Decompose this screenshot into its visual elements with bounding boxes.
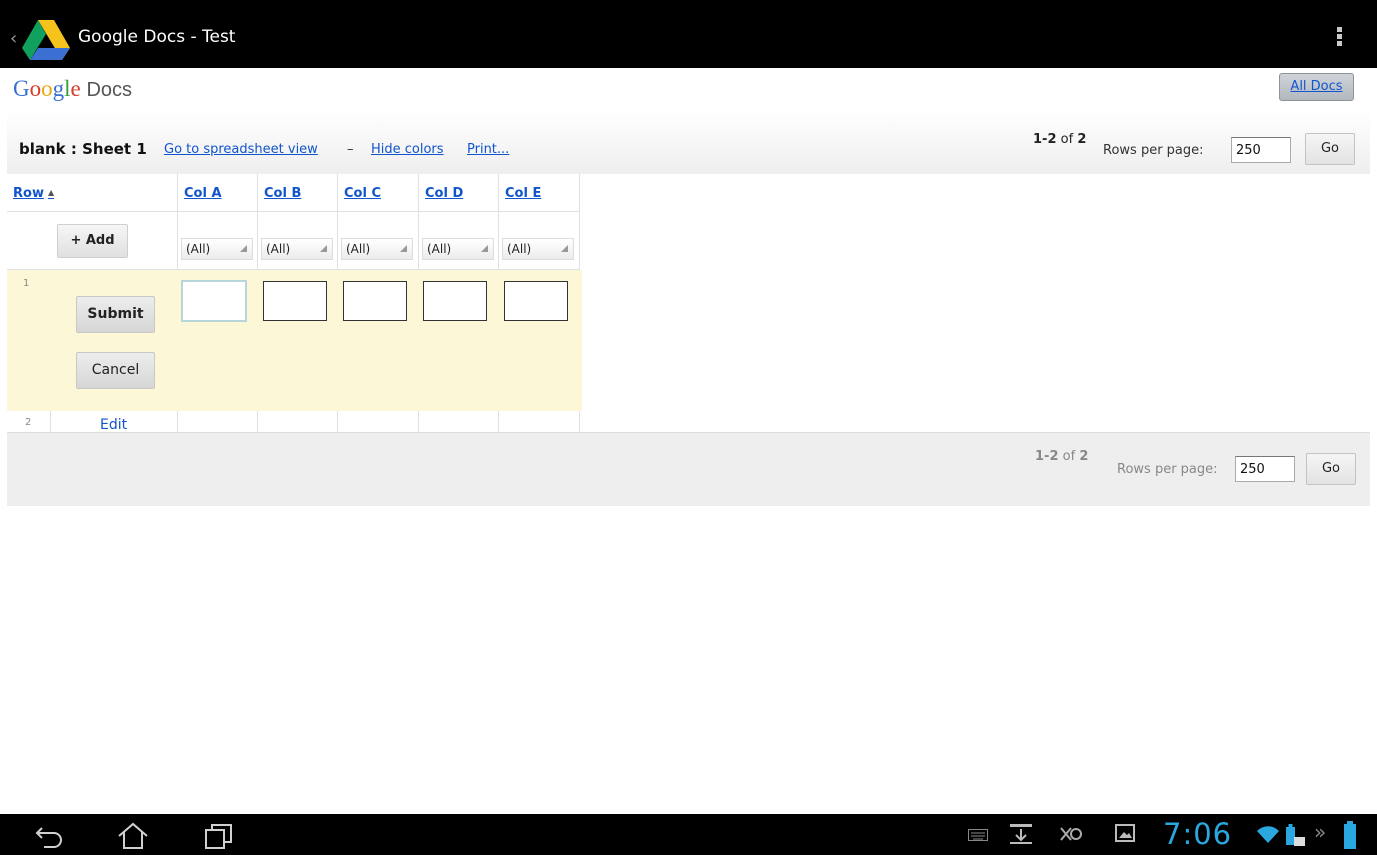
cell-input-col-b[interactable] xyxy=(263,281,327,321)
spreadsheet-view-link[interactable]: Go to spreadsheet view xyxy=(164,142,318,157)
battery-icon xyxy=(1344,821,1356,849)
pager-count: 1-2 of 2 xyxy=(1035,449,1089,464)
dropdown-arrow-icon xyxy=(400,245,407,252)
print-link[interactable]: Print... xyxy=(467,142,509,157)
column-header-link[interactable]: Col C xyxy=(344,186,381,201)
add-row-button[interactable]: + Add xyxy=(57,224,128,258)
screenshot-icon[interactable] xyxy=(1114,822,1136,844)
docs-header: Google Docs All Docs xyxy=(7,68,1370,110)
download-icon[interactable] xyxy=(1008,822,1034,846)
cell-input-col-a[interactable] xyxy=(181,280,247,322)
column-header-link[interactable]: Col E xyxy=(505,186,541,201)
column-header-link[interactable]: Col A xyxy=(184,186,222,201)
chevron-left-icon[interactable]: ‹ xyxy=(10,30,17,48)
rows-per-page-label: Rows per page: xyxy=(1103,143,1204,158)
expand-icon[interactable]: » xyxy=(1314,820,1326,844)
column-filter-select[interactable]: (All) xyxy=(181,238,253,260)
google-docs-logo: Google Docs xyxy=(13,76,133,101)
notification-icon[interactable] xyxy=(1058,822,1084,846)
column-filter-select[interactable]: (All) xyxy=(261,238,333,260)
sheet-title-bar: blank : Sheet 1 Go to spreadsheet view –… xyxy=(7,110,1370,174)
web-page: Google Docs All Docs blank : Sheet 1 Go … xyxy=(7,68,1370,814)
column-header: Col D xyxy=(419,174,499,212)
column-header-link[interactable]: Col B xyxy=(264,186,301,201)
edit-row: 1 Submit Cancel xyxy=(7,270,582,411)
hide-colors-link[interactable]: Hide colors xyxy=(371,142,444,157)
column-header: Col B xyxy=(258,174,338,212)
rows-per-page-input[interactable] xyxy=(1235,456,1295,482)
go-button[interactable]: Go xyxy=(1305,133,1355,165)
column-header: Col A xyxy=(178,174,258,212)
filter-cell: (All) xyxy=(178,212,258,270)
back-icon[interactable] xyxy=(34,822,68,848)
filter-cell: (All) xyxy=(258,212,338,270)
app-title: Google Docs - Test xyxy=(78,27,236,47)
system-bar: 7:06 » xyxy=(0,814,1377,855)
sheet-name: blank : Sheet 1 xyxy=(19,140,147,158)
rows-per-page-input[interactable] xyxy=(1231,137,1291,163)
cancel-button[interactable]: Cancel xyxy=(76,352,155,389)
sort-ascending-icon: ▲ xyxy=(47,188,55,197)
column-filter-select[interactable]: (All) xyxy=(341,238,413,260)
row-number: 1 xyxy=(23,278,30,289)
link-separator: – xyxy=(347,142,354,157)
wifi-icon xyxy=(1257,826,1279,843)
pager-count: 1-2 of 2 xyxy=(1033,132,1087,147)
dropdown-arrow-icon xyxy=(240,245,247,252)
column-filter-select[interactable]: (All) xyxy=(502,238,574,260)
column-header: Col C xyxy=(338,174,419,212)
cell-input-col-d[interactable] xyxy=(423,281,487,321)
cell-input-col-e[interactable] xyxy=(504,281,568,321)
clock: 7:06 xyxy=(1163,817,1233,851)
keyboard-icon xyxy=(968,829,988,841)
column-header: Col E xyxy=(499,174,580,212)
all-docs-button[interactable]: All Docs xyxy=(1279,73,1354,101)
action-bar: ‹ Google Docs - Test xyxy=(0,0,1377,68)
filter-cell: (All) xyxy=(499,212,580,270)
bottom-pager-bar: 1-2 of 2 Rows per page: Go xyxy=(7,432,1370,506)
logo-product-name: Docs xyxy=(86,79,133,101)
home-icon[interactable] xyxy=(116,822,150,850)
data-grid: Row ▲ Col A Col B Col C Col D Col E + Add… xyxy=(7,174,582,475)
recent-apps-icon[interactable] xyxy=(203,822,235,850)
overflow-menu-icon[interactable] xyxy=(1333,27,1345,49)
cell-input-col-c[interactable] xyxy=(343,281,407,321)
edit-row-link[interactable]: Edit xyxy=(100,417,127,433)
google-drive-logo[interactable] xyxy=(20,18,72,62)
battery-dock-icon xyxy=(1286,824,1305,846)
submit-button[interactable]: Submit xyxy=(76,296,155,333)
dropdown-arrow-icon xyxy=(481,245,488,252)
add-cell: + Add xyxy=(7,212,178,270)
rows-per-page-label: Rows per page: xyxy=(1117,462,1218,477)
filter-cell: (All) xyxy=(419,212,499,270)
go-button[interactable]: Go xyxy=(1306,453,1356,485)
dropdown-arrow-icon xyxy=(561,245,568,252)
filter-cell: (All) xyxy=(338,212,419,270)
row-number: 2 xyxy=(25,417,32,428)
column-filter-select[interactable]: (All) xyxy=(422,238,494,260)
row-column-header: Row ▲ xyxy=(7,174,178,212)
row-sort-link[interactable]: Row ▲ xyxy=(13,186,54,201)
dropdown-arrow-icon xyxy=(320,245,327,252)
column-header-link[interactable]: Col D xyxy=(425,186,463,201)
